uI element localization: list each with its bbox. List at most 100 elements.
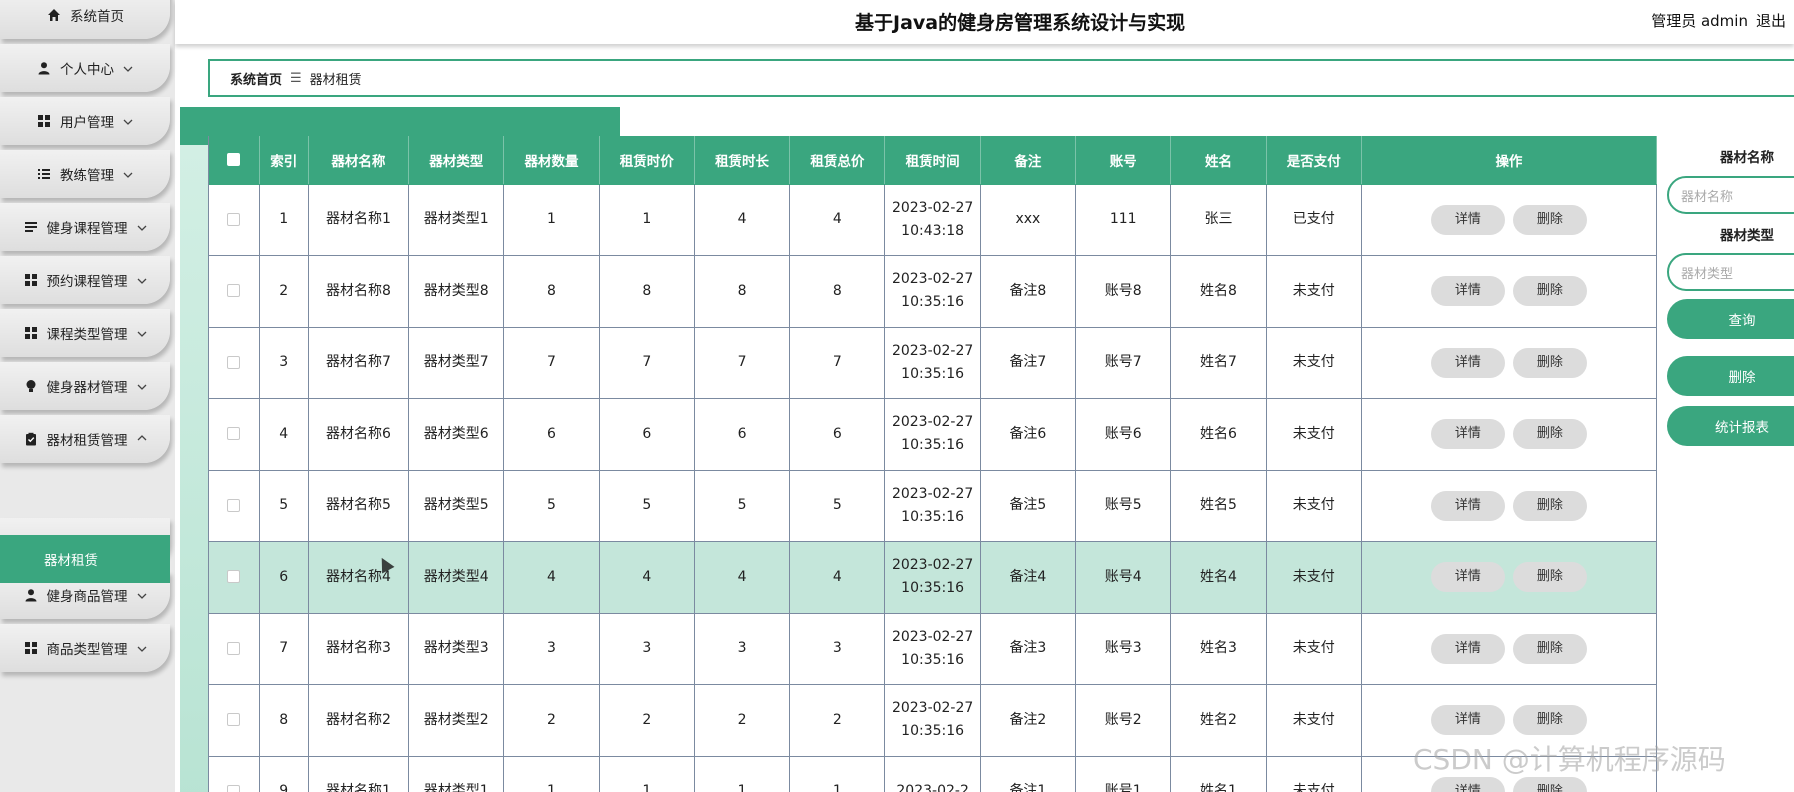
table-row[interactable]: 3 器材名称7 器材类型7 7 7 7 7 2023-02-27 10:35:16 备注7 账号7… xyxy=(209,327,1658,399)
table-row[interactable]: 4 器材名称6 器材类型6 6 6 6 6 2023-02-27 10:35:16 备注6 账号6… xyxy=(209,398,1658,471)
page-title: 基于Java的健身房管理系统设计与实现 xyxy=(855,12,1186,34)
cell-qty: 1 xyxy=(503,184,600,256)
delete-button[interactable]: 删除 xyxy=(1512,276,1587,307)
sidebar-item-4[interactable]: 健身课程管理 xyxy=(0,203,170,251)
sidebar-item-1[interactable]: 个人中心 xyxy=(0,44,170,92)
cell-time: 2023-02-27 10:35:16 xyxy=(884,255,981,328)
sidebar-item-11[interactable]: 商品类型管理 xyxy=(0,624,170,672)
select-all-cell[interactable] xyxy=(209,136,260,185)
watermark: CSDN @计算机程序源码 xyxy=(1413,743,1726,776)
grid-icon xyxy=(36,113,52,129)
cell-account: 账号7 xyxy=(1075,327,1172,399)
detail-button[interactable]: 详情 xyxy=(1430,705,1505,736)
delete-button[interactable]: 删除 xyxy=(1512,562,1587,593)
row-checkbox[interactable] xyxy=(227,784,241,792)
detail-button[interactable]: 详情 xyxy=(1430,276,1505,307)
cell-note: 备注5 xyxy=(980,470,1077,542)
row-checkbox-cell[interactable] xyxy=(209,327,260,399)
row-checkbox-cell[interactable] xyxy=(209,470,260,542)
table-row[interactable]: 1 器材名称1 器材类型1 1 1 4 4 2023-02-27 10:43:18 xxx 111… xyxy=(209,184,1658,256)
detail-button[interactable]: 详情 xyxy=(1430,562,1505,593)
cell-index: 9 xyxy=(259,756,309,792)
row-checkbox-cell[interactable] xyxy=(209,398,260,471)
header-user-area: 管理员 admin 退出 xyxy=(1651,10,1794,31)
row-checkbox[interactable] xyxy=(227,641,241,655)
column-header: 是否支付 xyxy=(1266,136,1362,185)
sidebar: 系统首页个人中心用户管理教练管理健身课程管理预约课程管理课程类型管理 健身器材管理… xyxy=(0,0,175,792)
cell-person: 姓名8 xyxy=(1170,255,1267,328)
query-button[interactable]: 查询 xyxy=(1667,299,1794,339)
row-checkbox[interactable] xyxy=(227,570,241,584)
name-filter-input[interactable]: 器材名称 xyxy=(1667,176,1794,214)
cell-note: 备注7 xyxy=(980,327,1077,399)
detail-button[interactable]: 详情 xyxy=(1430,633,1505,664)
cell-account: 账号3 xyxy=(1075,613,1172,685)
cell-person: 姓名3 xyxy=(1170,613,1267,685)
cell-index: 4 xyxy=(259,398,309,471)
sidebar-item-3[interactable]: 教练管理 xyxy=(0,150,170,198)
sidebar-subitem-active[interactable]: 器材租赁 xyxy=(0,535,170,583)
detail-button[interactable]: 详情 xyxy=(1430,204,1505,235)
cell-duration: 4 xyxy=(694,541,791,614)
column-header: 租赁时间 xyxy=(884,136,981,185)
cell-price: 8 xyxy=(599,255,695,328)
cell-note: xxx xyxy=(980,184,1077,256)
delete-button[interactable]: 删除 xyxy=(1512,204,1587,235)
sidebar-item-2[interactable]: 用户管理 xyxy=(0,97,170,145)
cell-note: 备注1 xyxy=(980,756,1077,792)
sidebar-item-0[interactable]: 系统首页 xyxy=(0,0,170,39)
cell-time: 2023-02-27 10:35:16 xyxy=(884,613,981,685)
row-checkbox-cell[interactable] xyxy=(209,756,260,792)
row-checkbox[interactable] xyxy=(227,212,241,226)
table-row[interactable]: 5 器材名称5 器材类型5 5 5 5 5 2023-02-27 10:35:16 备注5 账号5… xyxy=(209,470,1658,542)
row-checkbox[interactable] xyxy=(227,284,241,298)
cell-person: 姓名7 xyxy=(1170,327,1267,399)
detail-button[interactable]: 详情 xyxy=(1430,419,1505,450)
delete-button[interactable]: 删除 xyxy=(1512,490,1587,521)
sidebar-item-label: 预约课程管理 xyxy=(46,274,128,290)
sidebar-item-label: 器材租赁管理 xyxy=(46,433,128,449)
cell-name: 器材名称6 xyxy=(308,398,410,471)
table-row[interactable]: 6 器材名称4 器材类型4 4 4 4 4 2023-02-27 10:35:16 备注4 账号4… xyxy=(209,541,1658,614)
detail-button[interactable]: 详情 xyxy=(1430,347,1505,378)
stats-report-button[interactable]: 统计报表 xyxy=(1667,406,1794,446)
sidebar-item-5[interactable]: 预约课程管理 xyxy=(0,256,170,304)
batch-delete-button[interactable]: 删除 xyxy=(1667,356,1794,396)
logout-link[interactable]: 退出 xyxy=(1756,12,1786,30)
cell-total: 2 xyxy=(789,684,886,757)
delete-button[interactable]: 删除 xyxy=(1512,347,1587,378)
sidebar-item-6[interactable]: 课程类型管理 xyxy=(0,309,170,357)
row-checkbox[interactable] xyxy=(227,355,241,369)
sidebar-item-8[interactable]: 器材租赁管理 xyxy=(0,415,170,463)
row-checkbox[interactable] xyxy=(227,427,241,441)
row-checkbox-cell[interactable] xyxy=(209,184,260,256)
cell-index: 3 xyxy=(259,327,309,399)
detail-button[interactable]: 详情 xyxy=(1430,490,1505,521)
row-checkbox[interactable] xyxy=(227,498,241,512)
table-row[interactable]: 7 器材名称3 器材类型3 3 3 3 3 2023-02-27 10:35:16 备注3 账号3… xyxy=(209,613,1658,685)
select-all-checkbox[interactable] xyxy=(227,153,241,167)
delete-button[interactable]: 删除 xyxy=(1512,419,1587,450)
row-checkbox-cell[interactable] xyxy=(209,541,260,614)
row-checkbox-cell[interactable] xyxy=(209,684,260,757)
delete-button[interactable]: 删除 xyxy=(1512,633,1587,664)
row-checkbox-cell[interactable] xyxy=(209,255,260,328)
delete-button[interactable]: 删除 xyxy=(1512,776,1587,792)
cell-actions: 详情 删除 xyxy=(1361,255,1658,328)
chevron-down-icon xyxy=(136,588,148,602)
cell-account: 账号8 xyxy=(1075,255,1172,328)
lines-icon xyxy=(23,219,39,235)
sidebar-item-7[interactable]: 健身器材管理 xyxy=(0,362,170,410)
row-checkbox[interactable] xyxy=(227,713,241,727)
detail-button[interactable]: 详情 xyxy=(1430,776,1505,792)
breadcrumb-home[interactable]: 系统首页 xyxy=(230,69,282,88)
cell-time: 2023-02-27 10:35:16 xyxy=(884,398,981,471)
cell-name: 器材名称2 xyxy=(308,684,410,757)
cell-duration: 8 xyxy=(694,255,791,328)
delete-button[interactable]: 删除 xyxy=(1512,705,1587,736)
row-checkbox-cell[interactable] xyxy=(209,613,260,685)
type-filter-input[interactable]: 器材类型 xyxy=(1667,253,1794,291)
header: 基于Java的健身房管理系统设计与实现 管理员 admin 退出 xyxy=(175,0,1794,44)
cell-person: 张三 xyxy=(1170,184,1267,256)
table-row[interactable]: 2 器材名称8 器材类型8 8 8 8 8 2023-02-27 10:35:16 备注8 账号8… xyxy=(209,255,1658,328)
